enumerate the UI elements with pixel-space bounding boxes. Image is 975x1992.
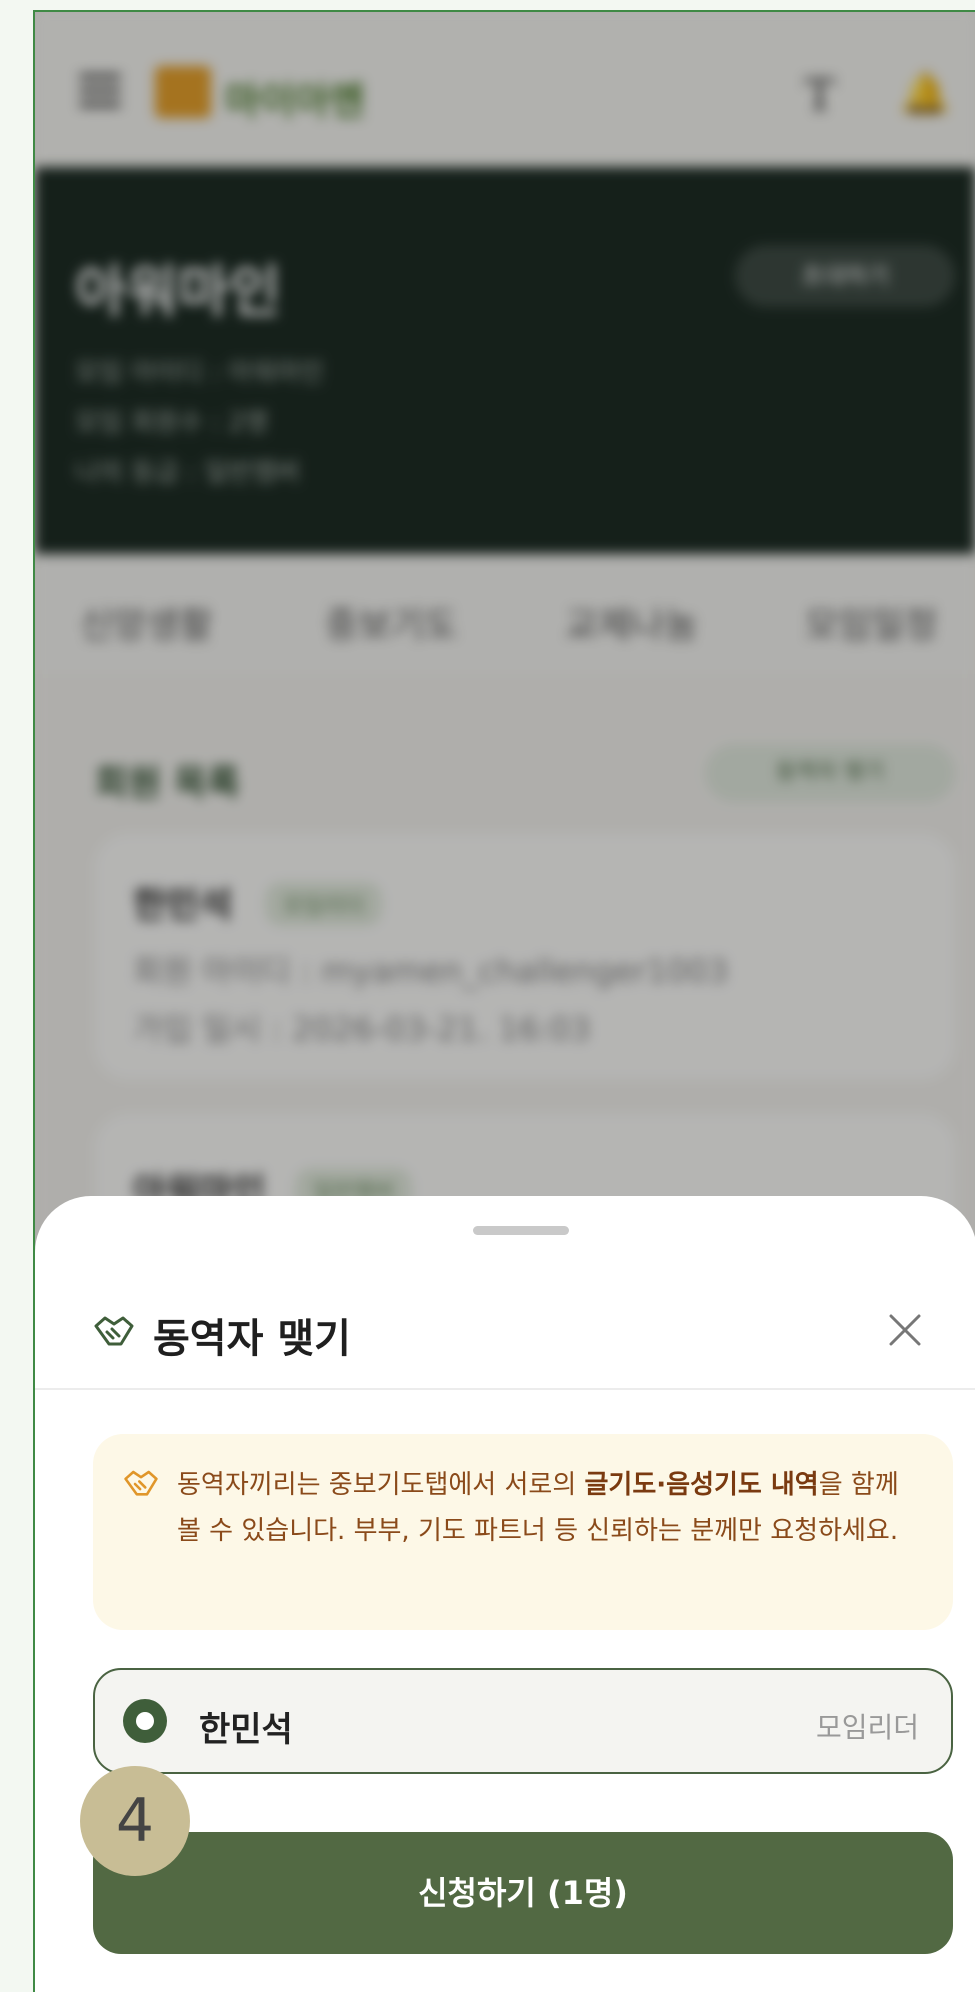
app-frame: 마이아멘 T 🔔 아워마인 초대하기 모임 아이디 : 아워마인 모임 회원수 … bbox=[33, 10, 975, 1992]
step-number-badge: 4 bbox=[80, 1766, 190, 1876]
option-member-name: 한민석 bbox=[199, 1710, 293, 1750]
option-member-role: 모임리더 bbox=[815, 1711, 919, 1744]
sheet-title: 동역자 맺기 bbox=[153, 1316, 351, 1362]
partner-notice: 동역자끼리는 중보기도탭에서 서로의 글기도·음성기도 내역을 함께 볼 수 있… bbox=[93, 1434, 953, 1630]
handshake-icon bbox=[124, 1470, 158, 1496]
close-icon[interactable] bbox=[885, 1310, 925, 1350]
sheet-header: 동역자 맺기 bbox=[35, 1276, 975, 1390]
handshake-icon bbox=[94, 1316, 134, 1346]
partner-bottom-sheet: 동역자 맺기 동역자끼리는 중보기도탭에서 서로의 글기도·음성기도 내역을 함… bbox=[35, 1196, 975, 1992]
sheet-drag-handle[interactable] bbox=[473, 1226, 569, 1235]
submit-request-button[interactable]: 신청하기 (1명) bbox=[93, 1832, 953, 1954]
notice-text: 동역자끼리는 중보기도탭에서 서로의 글기도·음성기도 내역을 함께 볼 수 있… bbox=[177, 1470, 899, 1546]
radio-selected-icon[interactable] bbox=[123, 1699, 167, 1743]
notice-highlight: 글기도·음성기도 내역 bbox=[584, 1470, 819, 1500]
member-option-selected[interactable]: 한민석 모임리더 bbox=[93, 1668, 953, 1774]
